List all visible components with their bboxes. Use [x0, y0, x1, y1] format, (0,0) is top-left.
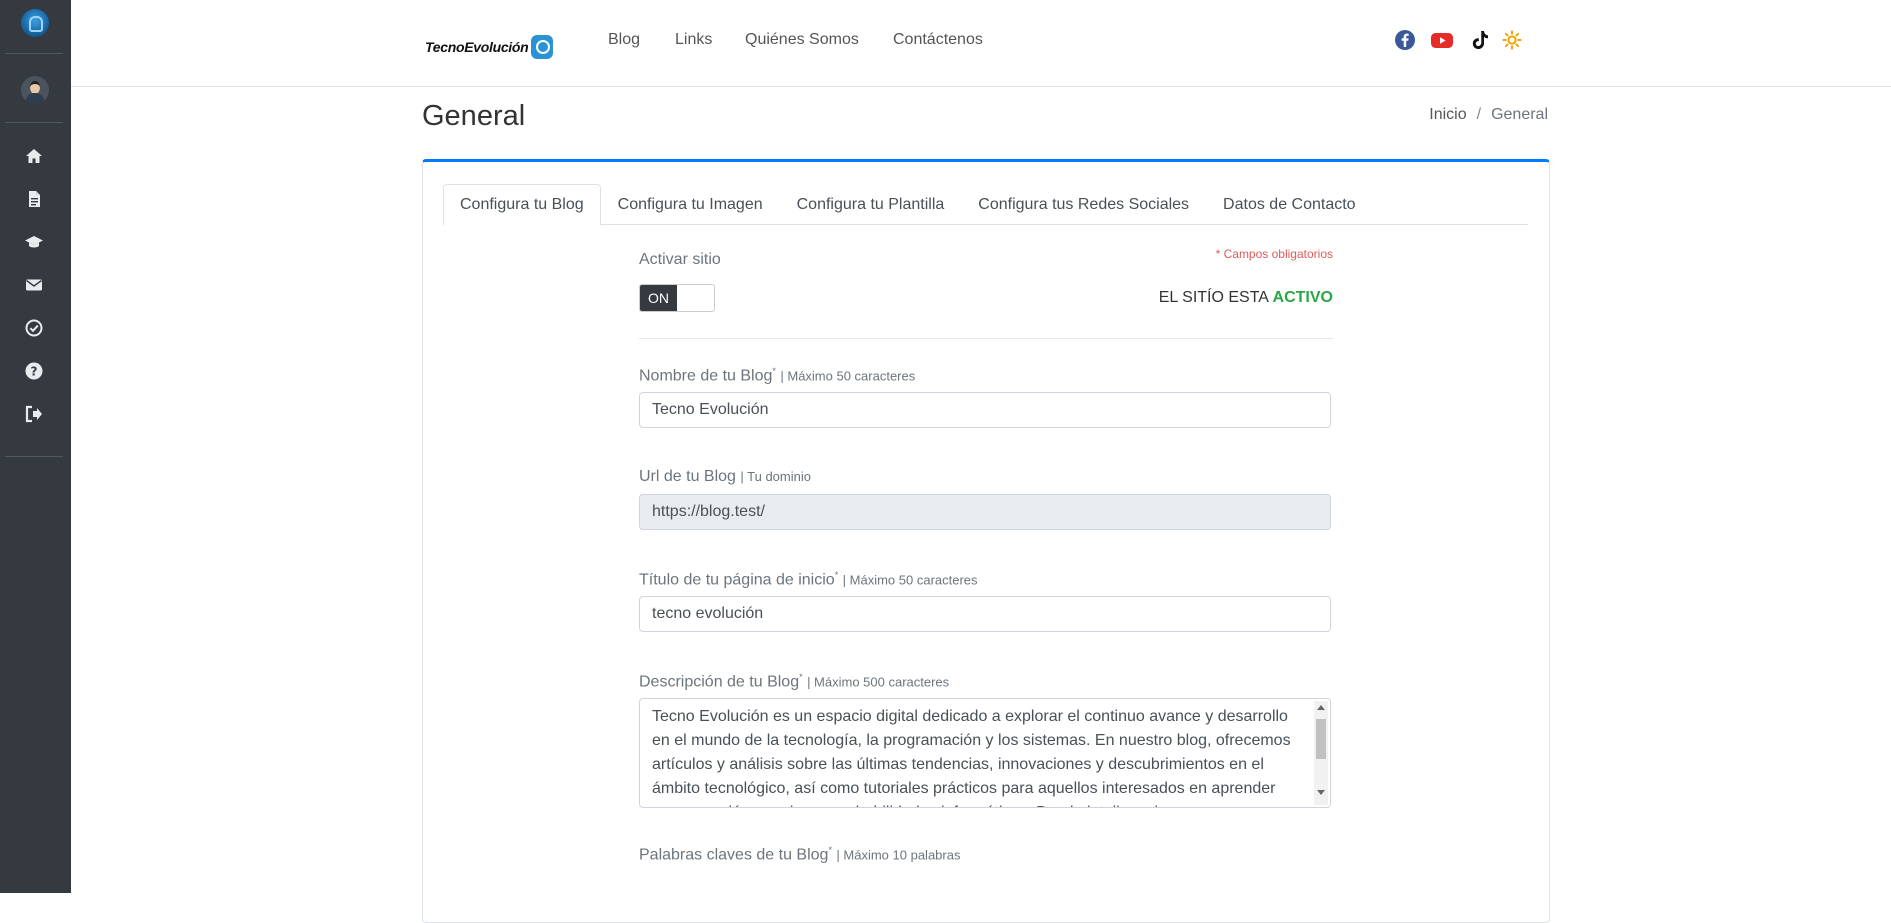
home-icon[interactable]: [24, 146, 44, 166]
site-status-prefix: EL SITÍO ESTA: [1158, 289, 1269, 306]
graduation-cap-icon[interactable]: [24, 232, 44, 252]
sidebar-divider: [5, 122, 63, 123]
brand-badge-icon: [531, 35, 554, 59]
nav-contactenos[interactable]: Contáctenos: [893, 31, 983, 49]
settings-tabs: Configura tu Blog Configura tu Imagen Co…: [443, 184, 1528, 226]
tab-configura-imagen[interactable]: Configura tu Imagen: [601, 184, 780, 225]
keywords-label: Palabras claves de tu Blog* | Máximo 10 …: [639, 845, 961, 864]
blog-url-label: Url de tu Blog | Tu dominio: [639, 468, 811, 485]
sidebar-divider: [5, 53, 63, 54]
home-title-input[interactable]: tecno evolución: [639, 596, 1331, 632]
sign-out-icon[interactable]: [24, 404, 44, 424]
textarea-scrollbar[interactable]: [1314, 701, 1328, 805]
breadcrumb-separator: /: [1476, 106, 1482, 123]
site-status-value: ACTIVO: [1272, 289, 1333, 306]
blog-url-input[interactable]: https://blog.test/: [639, 494, 1331, 530]
required-note: * Campos obligatorios: [1215, 247, 1333, 261]
breadcrumb: Inicio / General: [1429, 106, 1548, 124]
svg-text:?: ?: [31, 365, 38, 379]
activate-site-label: Activar sitio: [639, 251, 721, 268]
tab-configura-plantilla[interactable]: Configura tu Plantilla: [780, 184, 962, 225]
scroll-up-icon[interactable]: [1317, 705, 1325, 710]
nav-quienes-somos[interactable]: Quiénes Somos: [745, 31, 859, 49]
tiktok-icon[interactable]: [1469, 29, 1491, 51]
nav-blog[interactable]: Blog: [608, 31, 640, 49]
blog-name-input[interactable]: Tecno Evolución: [639, 392, 1331, 428]
facebook-icon[interactable]: [1394, 29, 1416, 51]
page-title: General: [422, 100, 526, 132]
home-title-hint: | Máximo 50 caracteres: [842, 572, 978, 588]
question-circle-icon[interactable]: ?: [24, 361, 44, 381]
blog-name-label: Nombre de tu Blog* | Máximo 50 caractere…: [639, 366, 916, 385]
description-text: Tecno Evolución es un espacio digital de…: [652, 708, 1291, 807]
blog-name-hint: | Máximo 50 caracteres: [780, 368, 916, 384]
toggle-on-label: ON: [640, 285, 677, 311]
user-avatar[interactable]: [21, 76, 49, 104]
brand-logo[interactable]: TecnoEvolución: [425, 30, 554, 64]
tab-datos-contacto[interactable]: Datos de Contacto: [1206, 184, 1373, 225]
tab-configura-blog[interactable]: Configura tu Blog: [443, 184, 601, 226]
nav-links[interactable]: Links: [675, 31, 712, 49]
sidebar: ?: [0, 0, 71, 893]
description-label: Descripción de tu Blog* | Máximo 500 car…: [639, 672, 950, 691]
site-status: EL SITÍO ESTA ACTIVO: [1159, 289, 1333, 307]
sidebar-divider: [5, 456, 63, 457]
tecno-logo-icon[interactable]: [21, 9, 49, 37]
top-navbar: TecnoEvolución Blog Links Quiénes Somos …: [71, 0, 1891, 87]
activate-site-toggle[interactable]: ON: [639, 284, 715, 312]
breadcrumb-home-link[interactable]: Inicio: [1429, 106, 1466, 124]
breadcrumb-current: General: [1491, 106, 1548, 123]
description-textarea[interactable]: Tecno Evolución es un espacio digital de…: [639, 698, 1331, 808]
brand-name: TecnoEvolución: [425, 39, 529, 55]
envelope-icon[interactable]: [24, 275, 44, 295]
scroll-thumb[interactable]: [1316, 719, 1326, 759]
tab-configura-redes[interactable]: Configura tus Redes Sociales: [961, 184, 1206, 225]
home-title-label: Título de tu página de inicio* | Máximo …: [639, 570, 978, 589]
check-circle-icon[interactable]: [24, 318, 44, 338]
sun-icon[interactable]: [1501, 29, 1523, 51]
form-divider: [639, 338, 1333, 339]
youtube-icon[interactable]: [1430, 29, 1454, 51]
description-hint: | Máximo 500 caracteres: [807, 674, 950, 690]
keywords-hint: | Máximo 10 palabras: [836, 847, 961, 863]
blog-url-hint: | Tu dominio: [740, 469, 811, 484]
settings-card: Configura tu Blog Configura tu Imagen Co…: [422, 159, 1550, 923]
scroll-down-icon[interactable]: [1317, 790, 1325, 795]
file-icon[interactable]: [24, 189, 44, 209]
